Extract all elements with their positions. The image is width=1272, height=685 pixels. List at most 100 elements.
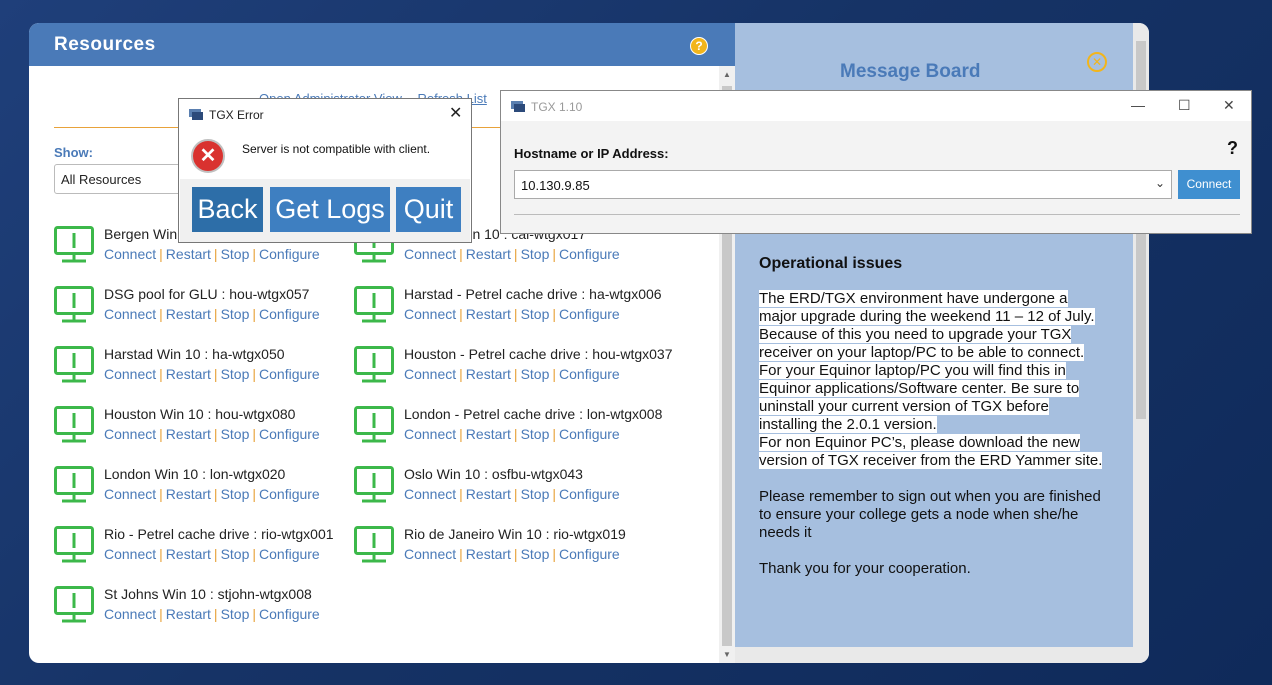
stop-link[interactable]: Stop [521,426,550,442]
scroll-down-arrow-icon[interactable]: ▼ [723,650,731,659]
restart-link[interactable]: Restart [166,306,211,322]
restart-link[interactable]: Restart [166,246,211,262]
restart-link[interactable]: Restart [166,486,211,502]
configure-link[interactable]: Configure [559,546,620,562]
hostname-combobox[interactable]: 10.130.9.85 ⌄ [514,170,1172,199]
tgx-app-icon [189,109,203,120]
action-separator: | [513,546,518,562]
stop-link[interactable]: Stop [521,366,550,382]
configure-link[interactable]: Configure [259,246,320,262]
connect-link[interactable]: Connect [104,486,156,502]
restart-link[interactable]: Restart [166,546,211,562]
action-separator: | [159,366,163,382]
configure-link[interactable]: Configure [559,426,620,442]
message-board-hscrollbar[interactable] [735,647,1133,663]
action-separator: | [252,366,257,382]
monitor-icon [54,466,94,503]
configure-link[interactable]: Configure [259,366,320,382]
connect-button[interactable]: Connect [1178,170,1240,199]
stop-link[interactable]: Stop [221,546,250,562]
configure-link[interactable]: Configure [559,306,620,322]
configure-link[interactable]: Configure [259,486,320,502]
stop-link[interactable]: Stop [221,246,250,262]
tgx-titlebar[interactable]: TGX 1.10 — ☐ ✕ [501,91,1251,121]
resource-actions: Connect | Restart | Stop | Configure [104,366,320,382]
configure-link[interactable]: Configure [259,546,320,562]
restart-link[interactable]: Restart [466,426,511,442]
message-paragraph: Please remember to sign out when you are… [759,488,1101,541]
resource-actions: Connect | Restart | Stop | Configure [104,546,320,562]
action-separator: | [552,246,557,262]
configure-link[interactable]: Configure [259,606,320,622]
connect-link[interactable]: Connect [404,366,456,382]
connect-link[interactable]: Connect [104,546,156,562]
stop-link[interactable]: Stop [521,306,550,322]
connect-link[interactable]: Connect [104,606,156,622]
connect-link[interactable]: Connect [104,306,156,322]
connect-link[interactable]: Connect [404,546,456,562]
action-separator: | [459,366,463,382]
restart-link[interactable]: Restart [466,546,511,562]
configure-link[interactable]: Configure [259,306,320,322]
back-button[interactable]: Back [192,187,263,232]
resource-item: DSG pool for GLU : hou-wtgx057 Connect | Re… [54,284,354,326]
resource-item: Oslo Win 10 : osfbu-wtgx043 Connect | Resta… [354,464,654,506]
action-separator: | [213,426,218,442]
stop-link[interactable]: Stop [521,486,550,502]
action-separator: | [159,486,163,502]
minimize-icon[interactable]: — [1131,97,1145,113]
configure-link[interactable]: Configure [559,486,620,502]
monitor-icon [354,346,394,383]
help-icon[interactable]: ? [1227,138,1238,159]
connect-link[interactable]: Connect [404,306,456,322]
action-separator: | [552,546,557,562]
close-icon[interactable]: ✕ [449,103,462,123]
stop-link[interactable]: Stop [221,306,250,322]
resource-actions: Connect | Restart | Stop | Configure [404,366,620,382]
stop-link[interactable]: Stop [221,426,250,442]
action-separator: | [252,486,257,502]
connect-link[interactable]: Connect [404,426,456,442]
resource-name: Houston - Petrel cache drive : hou-wtgx0… [404,346,673,362]
restart-link[interactable]: Restart [166,606,211,622]
stop-link[interactable]: Stop [521,246,550,262]
restart-link[interactable]: Restart [466,306,511,322]
connect-link[interactable]: Connect [104,246,156,262]
close-icon[interactable]: ✕ [1223,97,1235,114]
tgx-error-dialog: TGX Error ✕ ✕ Server is not compatible w… [178,98,472,243]
connect-link[interactable]: Connect [104,426,156,442]
configure-link[interactable]: Configure [559,246,620,262]
connect-link[interactable]: Connect [104,366,156,382]
monitor-icon [54,526,94,563]
chevron-down-icon[interactable]: ⌄ [1155,176,1165,190]
quit-button[interactable]: Quit [396,187,461,232]
action-separator: | [552,366,557,382]
configure-link[interactable]: Configure [259,426,320,442]
resource-actions: Connect | Restart | Stop | Configure [404,246,620,262]
restart-link[interactable]: Restart [466,486,511,502]
resource-name: Harstad - Petrel cache drive : ha-wtgx00… [404,286,662,302]
stop-link[interactable]: Stop [221,486,250,502]
scroll-up-arrow-icon[interactable]: ▲ [723,70,731,79]
resource-name: London - Petrel cache drive : lon-wtgx00… [404,406,663,422]
resource-actions: Connect | Restart | Stop | Configure [104,486,320,502]
question-circle-icon[interactable]: ? [690,37,708,55]
action-separator: | [159,426,163,442]
stop-link[interactable]: Stop [521,546,550,562]
action-separator: | [459,426,463,442]
close-circle-icon[interactable]: ✕ [1087,52,1107,72]
connect-link[interactable]: Connect [404,246,456,262]
action-separator: | [213,546,218,562]
resource-name: Houston Win 10 : hou-wtgx080 [104,406,296,422]
configure-link[interactable]: Configure [559,366,620,382]
get-logs-button[interactable]: Get Logs [270,187,390,232]
restart-link[interactable]: Restart [166,366,211,382]
restart-link[interactable]: Restart [466,246,511,262]
stop-link[interactable]: Stop [221,606,250,622]
restart-link[interactable]: Restart [166,426,211,442]
tgx-app-icon [511,101,525,112]
restart-link[interactable]: Restart [466,366,511,382]
maximize-icon[interactable]: ☐ [1178,97,1191,114]
stop-link[interactable]: Stop [221,366,250,382]
connect-link[interactable]: Connect [404,486,456,502]
